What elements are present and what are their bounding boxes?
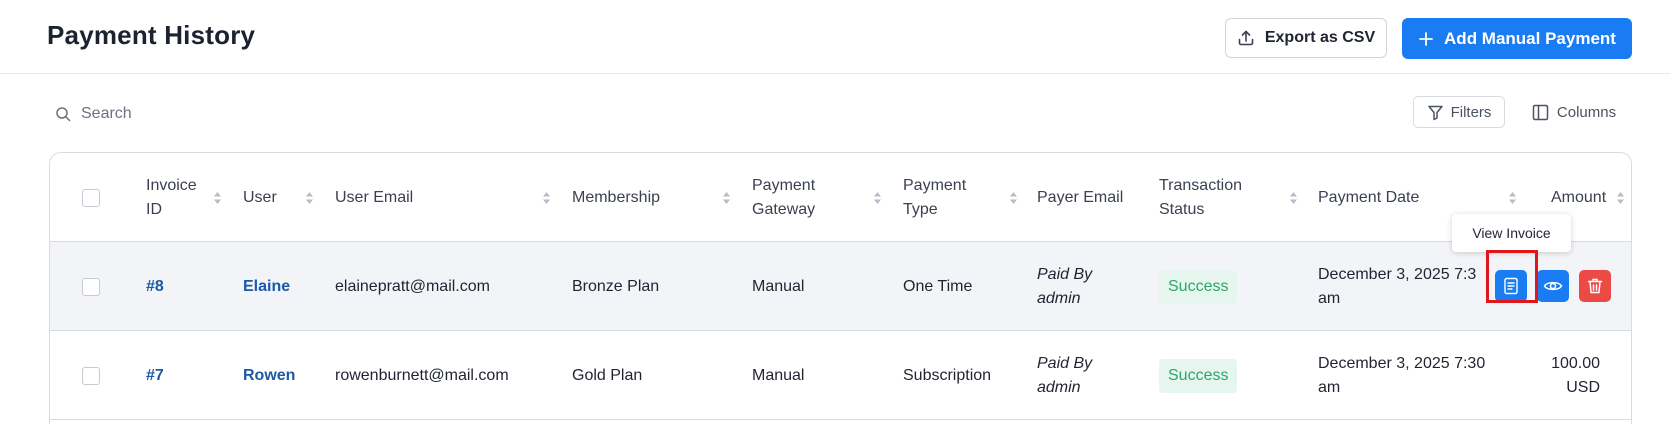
column-header-user-email[interactable]: User Email: [335, 153, 413, 242]
plus-icon: [1419, 31, 1433, 46]
export-csv-label: Export as CSV: [1264, 29, 1376, 46]
sort-icon[interactable]: [305, 153, 314, 242]
invoice-id-link[interactable]: #7: [146, 331, 164, 420]
user-link[interactable]: Rowen: [243, 331, 295, 420]
payer-email: Paid By admin: [1037, 354, 1093, 396]
focus-highlight: [1486, 250, 1538, 303]
table-row: #8 Elaine elainepratt@mail.com Bronze Pl…: [50, 242, 1631, 331]
sort-icon[interactable]: [873, 153, 882, 242]
select-all-checkbox[interactable]: [82, 188, 100, 207]
table-row: #7 Rowen rowenburnett@mail.com Gold Plan…: [50, 331, 1631, 420]
row-select-cell: [82, 242, 100, 331]
row-checkbox[interactable]: [82, 366, 100, 385]
table-header-row: Invoice ID User User Email Membership Pa…: [50, 153, 1631, 242]
sort-icon[interactable]: [1009, 153, 1018, 242]
transaction-status-cell: Success: [1159, 242, 1238, 331]
select-all-cell: [82, 153, 100, 242]
payment-gateway: Manual: [752, 366, 805, 384]
status-badge: Success: [1159, 358, 1238, 393]
user-email: elainepratt@mail.com: [335, 277, 490, 295]
payments-table: Invoice ID User User Email Membership Pa…: [49, 152, 1632, 424]
status-badge: Success: [1159, 269, 1238, 304]
payment-type: Subscription: [903, 366, 992, 384]
sort-icon[interactable]: [1289, 153, 1298, 242]
add-manual-payment-label: Add Manual Payment: [1444, 28, 1616, 48]
sort-icon[interactable]: [722, 153, 731, 242]
transaction-status-cell: Success: [1159, 331, 1238, 420]
upload-icon: [1238, 30, 1254, 46]
user-link[interactable]: Elaine: [243, 242, 290, 331]
payer-email: Paid By admin: [1037, 265, 1093, 307]
row-checkbox[interactable]: [82, 277, 100, 296]
membership: Bronze Plan: [572, 277, 660, 295]
trash-icon: [1587, 278, 1603, 294]
invoice-id-link[interactable]: #8: [146, 242, 164, 331]
column-header-payer-email[interactable]: Payer Email: [1037, 153, 1123, 242]
page-header: Payment History Export as CSV Add Manual…: [0, 0, 1670, 74]
column-header-payment-date[interactable]: Payment Date: [1318, 153, 1419, 242]
eye-icon: [1543, 281, 1563, 291]
columns-button[interactable]: Columns: [1524, 96, 1624, 128]
sort-icon[interactable]: [1616, 153, 1625, 242]
view-invoice-tooltip: View Invoice: [1452, 214, 1571, 252]
search-icon: [56, 107, 71, 122]
filters-label: Filters: [1450, 103, 1492, 121]
search-input[interactable]: [81, 105, 381, 123]
amount: 100.00 USD: [1551, 354, 1600, 396]
delete-payment-button[interactable]: [1579, 270, 1611, 302]
sort-icon[interactable]: [542, 153, 551, 242]
sort-icon[interactable]: [213, 153, 222, 242]
column-header-user[interactable]: User: [243, 153, 277, 242]
filters-button[interactable]: Filters: [1413, 96, 1505, 128]
row-select-cell: [82, 331, 100, 420]
search-bar[interactable]: [55, 100, 455, 128]
export-csv-button[interactable]: Export as CSV: [1225, 18, 1387, 58]
column-header-payment-type[interactable]: Payment Type: [903, 153, 966, 242]
columns-icon: [1532, 104, 1549, 120]
column-header-transaction-status[interactable]: Transaction Status: [1159, 153, 1242, 242]
column-header-invoice-id[interactable]: Invoice ID: [146, 153, 197, 242]
column-header-payment-gateway[interactable]: Payment Gateway: [752, 153, 815, 242]
payment-type: One Time: [903, 277, 973, 295]
page-title: Payment History: [47, 20, 256, 50]
view-payment-button[interactable]: [1537, 270, 1569, 302]
column-header-membership[interactable]: Membership: [572, 153, 660, 242]
columns-label: Columns: [1556, 103, 1617, 121]
user-email: rowenburnett@mail.com: [335, 366, 509, 384]
membership: Gold Plan: [572, 366, 643, 384]
add-manual-payment-button[interactable]: Add Manual Payment: [1402, 18, 1632, 59]
filter-icon: [1427, 105, 1443, 120]
payment-gateway: Manual: [752, 277, 805, 295]
